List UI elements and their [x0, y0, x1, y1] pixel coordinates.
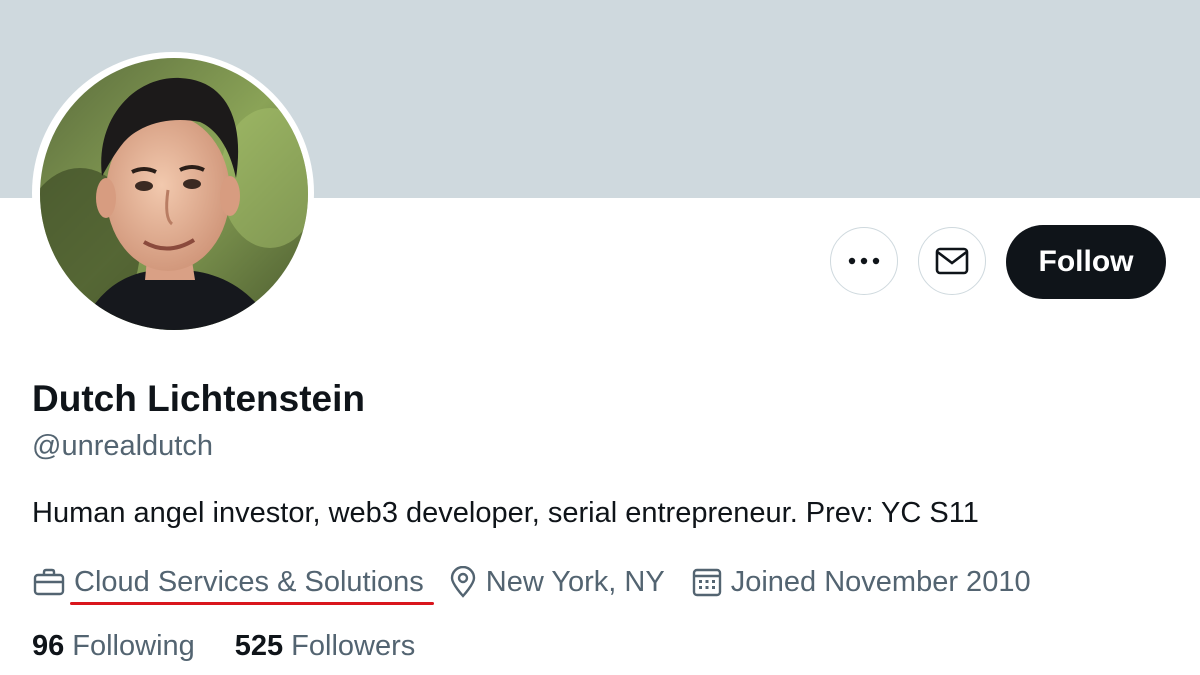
- calendar-icon: [691, 566, 723, 598]
- following-label: Following: [72, 630, 195, 662]
- company-name: Cloud Services & Solutions: [74, 565, 424, 598]
- company-link[interactable]: Cloud Services & Solutions: [70, 565, 434, 605]
- highlight-underline: [70, 601, 434, 605]
- envelope-icon: [935, 247, 969, 275]
- avatar-photo: [40, 58, 308, 330]
- more-options-button[interactable]: [830, 227, 898, 295]
- location-item: New York, NY: [448, 566, 665, 599]
- location-text: New York, NY: [485, 565, 665, 598]
- more-icon: [848, 257, 880, 265]
- joined-item: Joined November 2010: [691, 566, 1031, 599]
- briefcase-icon: [32, 567, 66, 597]
- followers-label: Followers: [291, 630, 416, 662]
- profile-bio: Human angel investor, web3 developer, se…: [32, 497, 979, 529]
- location-pin-icon: [448, 566, 478, 598]
- user-handle: @unrealdutch: [32, 430, 213, 462]
- followers-count: 525: [234, 630, 284, 662]
- message-button[interactable]: [918, 227, 986, 295]
- company-item: Cloud Services & Solutions: [32, 565, 434, 605]
- avatar[interactable]: [40, 58, 308, 330]
- profile-meta: Cloud Services & Solutions New York, NY: [32, 560, 1031, 605]
- follow-button[interactable]: Follow: [1006, 225, 1166, 299]
- following-link[interactable]: 96 Following: [32, 630, 195, 663]
- follow-stats: 96 Following 525 Followers: [32, 630, 415, 663]
- joined-text: Joined November 2010: [730, 565, 1031, 598]
- display-name: Dutch Lichtenstein: [32, 378, 366, 419]
- followers-link[interactable]: 525 Followers: [235, 630, 415, 663]
- following-count: 96: [32, 630, 65, 662]
